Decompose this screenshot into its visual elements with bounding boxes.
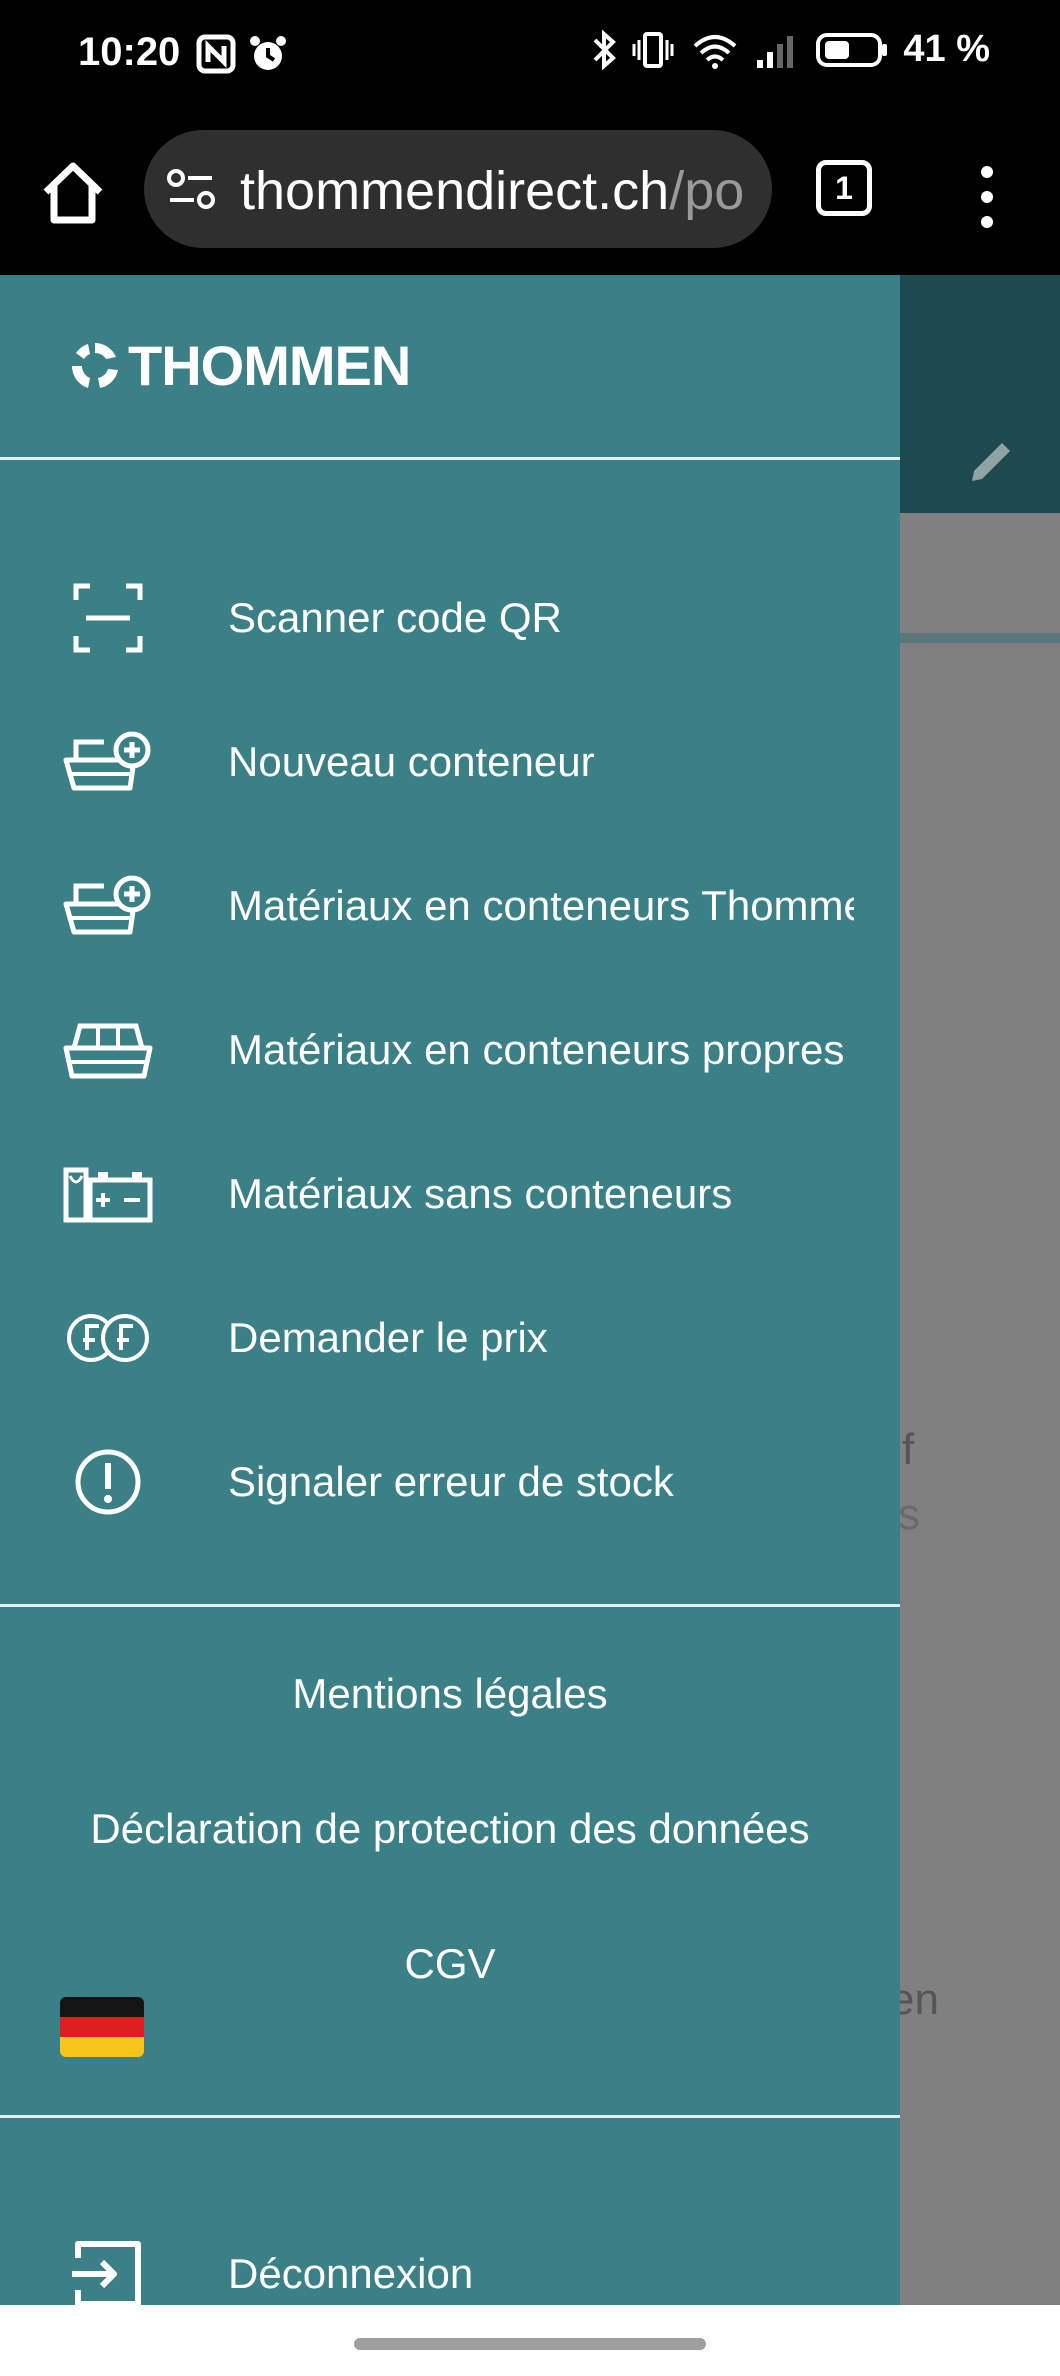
system-navigation-bar [0, 2305, 1060, 2376]
url-text: thommendirect.ch/po [240, 161, 745, 221]
battery-icon [816, 32, 888, 67]
menu-item-ask-price[interactable]: Demander le prix [0, 1278, 900, 1398]
german-flag-icon[interactable] [60, 1997, 144, 2057]
footer-divider [0, 2115, 900, 2118]
legal-notice-link[interactable]: Mentions légales [0, 1670, 900, 1718]
more-menu-icon[interactable] [972, 162, 1002, 232]
menu-item-label: Nouveau conteneur [228, 738, 595, 785]
logout-label: Déconnexion [228, 2250, 474, 2297]
privacy-policy-link[interactable]: Déclaration de protection des données [0, 1805, 900, 1853]
menu-item-no-containers[interactable]: Matériaux sans conteneurs [0, 1134, 900, 1254]
pencil-icon [972, 443, 1010, 481]
wifi-icon [694, 34, 737, 69]
signal-icon [757, 35, 794, 68]
home-icon[interactable] [38, 158, 108, 228]
header-divider [0, 457, 900, 460]
menu-item-label: Signaler erreur de stock [228, 1458, 674, 1505]
terms-link[interactable]: CGV [0, 1940, 900, 1988]
thommen-logo-icon [71, 342, 118, 388]
alert-circle-icon [58, 1442, 158, 1522]
qr-scan-icon [58, 578, 158, 658]
thommen-logo[interactable]: THOMMEN [68, 333, 411, 398]
container-icon [58, 1010, 158, 1090]
franc-coins-icon [58, 1298, 158, 1378]
background-text: s [898, 1490, 920, 1539]
site-settings-icon[interactable] [166, 168, 216, 210]
alarm-icon [250, 36, 286, 70]
brand-name: THOMMEN [128, 334, 411, 397]
battery-percent: 41 % [903, 28, 990, 70]
home-gesture-handle[interactable] [354, 2338, 706, 2350]
battery-materials-icon [58, 1154, 158, 1234]
browser-toolbar: thommendirect.ch/po 1 [0, 120, 1060, 275]
container-add-icon [58, 722, 158, 802]
address-bar[interactable]: thommendirect.ch/po [144, 130, 772, 248]
menu-item-label: Matériaux en conteneurs Thommen [228, 882, 854, 929]
bluetooth-icon [593, 29, 617, 70]
background-text: f [902, 1425, 915, 1474]
vibrate-icon [632, 31, 674, 68]
navigation-drawer: THOMMEN Scanner code QR Nouveau conteneu… [0, 275, 900, 2307]
menu-divider [0, 1604, 900, 1607]
menu-item-label: Matériaux en conteneurs propres [228, 1026, 845, 1073]
menu-item-label: Scanner code QR [228, 594, 562, 641]
nfc-icon [196, 34, 236, 74]
logout-icon [58, 2234, 158, 2314]
menu-item-own-containers[interactable]: Matériaux en conteneurs propres [0, 990, 900, 1110]
status-bar: 10:20 41 % [0, 0, 1060, 120]
menu-item-scan-qr[interactable]: Scanner code QR [0, 558, 900, 678]
menu-item-label: Matériaux sans conteneurs [228, 1170, 733, 1217]
container-add-icon [58, 866, 158, 946]
status-time: 10:20 [78, 30, 181, 74]
menu-item-label: Demander le prix [228, 1314, 548, 1361]
menu-item-new-container[interactable]: Nouveau conteneur [0, 702, 900, 822]
menu-item-report-stock-error[interactable]: Signaler erreur de stock [0, 1422, 900, 1542]
menu-item-thommen-containers[interactable]: Matériaux en conteneurs Thommen [0, 846, 900, 966]
tab-switcher-button[interactable]: 1 [816, 160, 872, 216]
